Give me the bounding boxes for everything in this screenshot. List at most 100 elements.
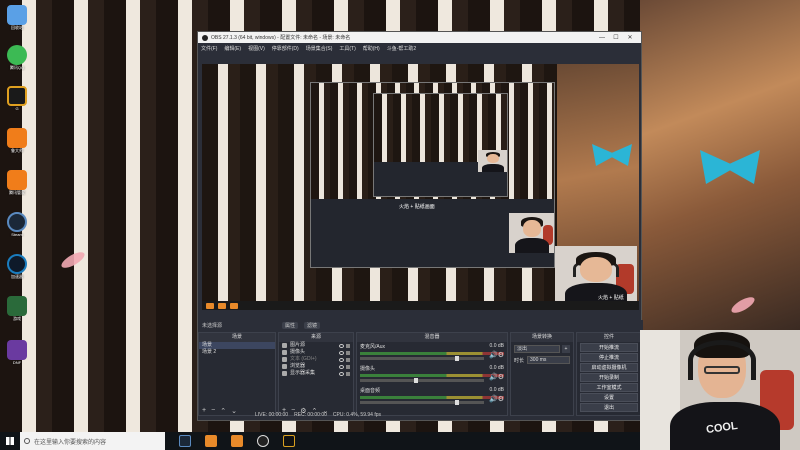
scene-item[interactable]: 场景 [199,342,275,349]
windows-taskbar: 在这里输入你要搜索的内容 [0,432,640,450]
channel-db: 0.0 dB [489,343,504,349]
close-icon[interactable]: ✕ [623,34,637,41]
source-item[interactable]: 浏览器 [279,363,353,370]
transitions-dock-title: 场景转换 [511,333,573,342]
desktop-icon-steam[interactable]: Steam [5,212,29,237]
slider-knob[interactable] [413,378,418,383]
lock-icon[interactable] [346,371,350,376]
filters-button[interactable]: 滤镜 [304,321,321,329]
properties-button[interactable]: 属性 [282,321,299,329]
lock-icon[interactable] [346,343,350,348]
volume-slider[interactable] [360,400,484,405]
tencent-manager-icon [7,170,27,190]
source-item[interactable]: 摄像头 [279,349,353,356]
visibility-icon[interactable] [339,343,344,348]
desktop-icon-game[interactable]: 游戏 [5,296,29,322]
slider-knob[interactable] [454,356,459,361]
menu-file[interactable]: 文件(F) [201,45,217,52]
exit-button[interactable]: 退出 [580,403,638,412]
stop-streaming-button[interactable]: 停止推流 [580,353,638,362]
visibility-icon[interactable] [339,350,344,355]
duration-row: 时长 300 ms [514,356,570,364]
maximize-icon[interactable]: ☐ [609,34,623,41]
start-streaming-button[interactable]: 开始推流 [580,343,638,352]
source-item[interactable]: 图片源 [279,342,353,349]
source-item[interactable]: 文本 (GDI+) [279,356,353,363]
speaker-icon[interactable]: 🔊⚙ [489,395,504,403]
obs-icon[interactable] [257,435,269,447]
audio-mixer-dock: 混音器 麦克风/Aux 0.0 dB 🔊⚙ 摄像头 0.0 dB 🔊⚙ 桌面音频 0.… [356,332,508,416]
taskbar-search[interactable]: 在这里输入你要搜索的内容 [20,432,165,450]
transition-select[interactable]: 淡出 [514,345,560,353]
text-icon [282,357,287,362]
add-icon[interactable]: + [562,345,570,353]
no-source-label: 未选择源 [202,322,223,329]
mini-app-icon [206,302,214,309]
desktop-icon-ludashi[interactable]: 鲁大师 [5,128,29,154]
remove-icon[interactable]: − [211,407,215,414]
g-app-icon[interactable] [283,435,295,447]
studio-mode-button[interactable]: 工作室模式 [580,383,638,392]
virtual-camera-button[interactable]: 启动虚拟摄像机 [580,363,638,372]
volume-meter [360,374,504,377]
accelerator-icon [7,254,27,274]
controls-dock: 控件 开始推流 停止推流 启动虚拟摄像机 开始录制 工作室模式 设置 退出 [576,332,642,416]
mixer-channel: 麦克风/Aux 0.0 dB 🔊⚙ [357,342,507,364]
menu-edit[interactable]: 编辑(E) [224,45,241,52]
orange-app-icon[interactable] [205,435,217,447]
volume-slider[interactable] [360,378,484,383]
desktop-icon-dnf[interactable]: DNF [5,340,29,365]
channel-name: 桌面音频 [360,388,381,394]
down-icon[interactable]: ⌄ [231,407,237,415]
steam-icon [7,212,27,232]
up-icon[interactable]: ⌃ [220,407,226,415]
volume-slider[interactable] [360,356,484,361]
search-icon [24,438,30,444]
lock-icon[interactable] [346,350,350,355]
speaker-icon[interactable]: 🔊⚙ [489,373,504,381]
lock-icon[interactable] [346,364,350,369]
visibility-icon[interactable] [339,371,344,376]
menu-scene-collection[interactable]: 场景集合(S) [306,45,333,52]
menu-docks[interactable]: 停靠部件(D) [272,45,299,52]
steam-icon[interactable] [179,435,191,447]
camera-icon [282,350,287,355]
speaker-icon[interactable]: 🔊⚙ [489,351,504,359]
visibility-icon[interactable] [339,364,344,369]
desktop-icon-qq[interactable]: 腾讯QQ [5,45,29,71]
menu-view[interactable]: 视图(V) [248,45,265,52]
menu-douyu[interactable]: 斗鱼-帮工助2 [387,45,416,52]
menu-help[interactable]: 帮助(H) [363,45,380,52]
start-recording-button[interactable]: 开始录制 [580,373,638,382]
add-icon[interactable]: + [202,407,206,414]
minimize-icon[interactable]: — [595,35,609,41]
sources-dock-title: 来源 [279,333,353,342]
webcam-overlay: COOL [640,330,800,450]
mini-app-icon [218,302,226,309]
orange-app-icon[interactable] [231,435,243,447]
source-item[interactable]: 显示器采集 [279,370,353,377]
desktop-icon-tencent-manager[interactable]: 腾讯管家 [5,170,29,196]
settings-button[interactable]: 设置 [580,393,638,402]
slider-knob[interactable] [454,400,459,405]
preview-webcam [555,246,637,306]
image-icon [282,343,287,348]
g-app-icon [7,86,27,106]
obs-titlebar[interactable]: OBS 27.1.3 (64 bit, windows) - 配置文件: 未命名… [198,32,641,43]
game-icon [7,296,27,316]
start-button[interactable] [0,432,20,450]
scene-item[interactable]: 场景 2 [199,349,275,356]
desktop-icon-g[interactable]: G [5,86,29,111]
visibility-icon[interactable] [339,357,344,362]
preview-caption: 火焰 + 贴纸 [598,295,624,301]
lock-icon[interactable] [346,357,350,362]
glasses [704,366,740,374]
search-placeholder: 在这里输入你要搜索的内容 [34,439,107,446]
volume-meter [360,396,504,399]
desktop-icon-recycle-bin[interactable]: 回收站 [5,5,29,31]
desktop-icon-accelerator[interactable]: 加速器 [5,254,29,280]
menu-tools[interactable]: 工具(T) [339,45,355,52]
obs-preview[interactable]: 火焰 + 贴纸画面 火焰 + 贴纸 [202,64,639,310]
window-title: OBS 27.1.3 (64 bit, windows) - 配置文件: 未命名… [211,35,351,41]
duration-input[interactable]: 300 ms [527,356,570,364]
